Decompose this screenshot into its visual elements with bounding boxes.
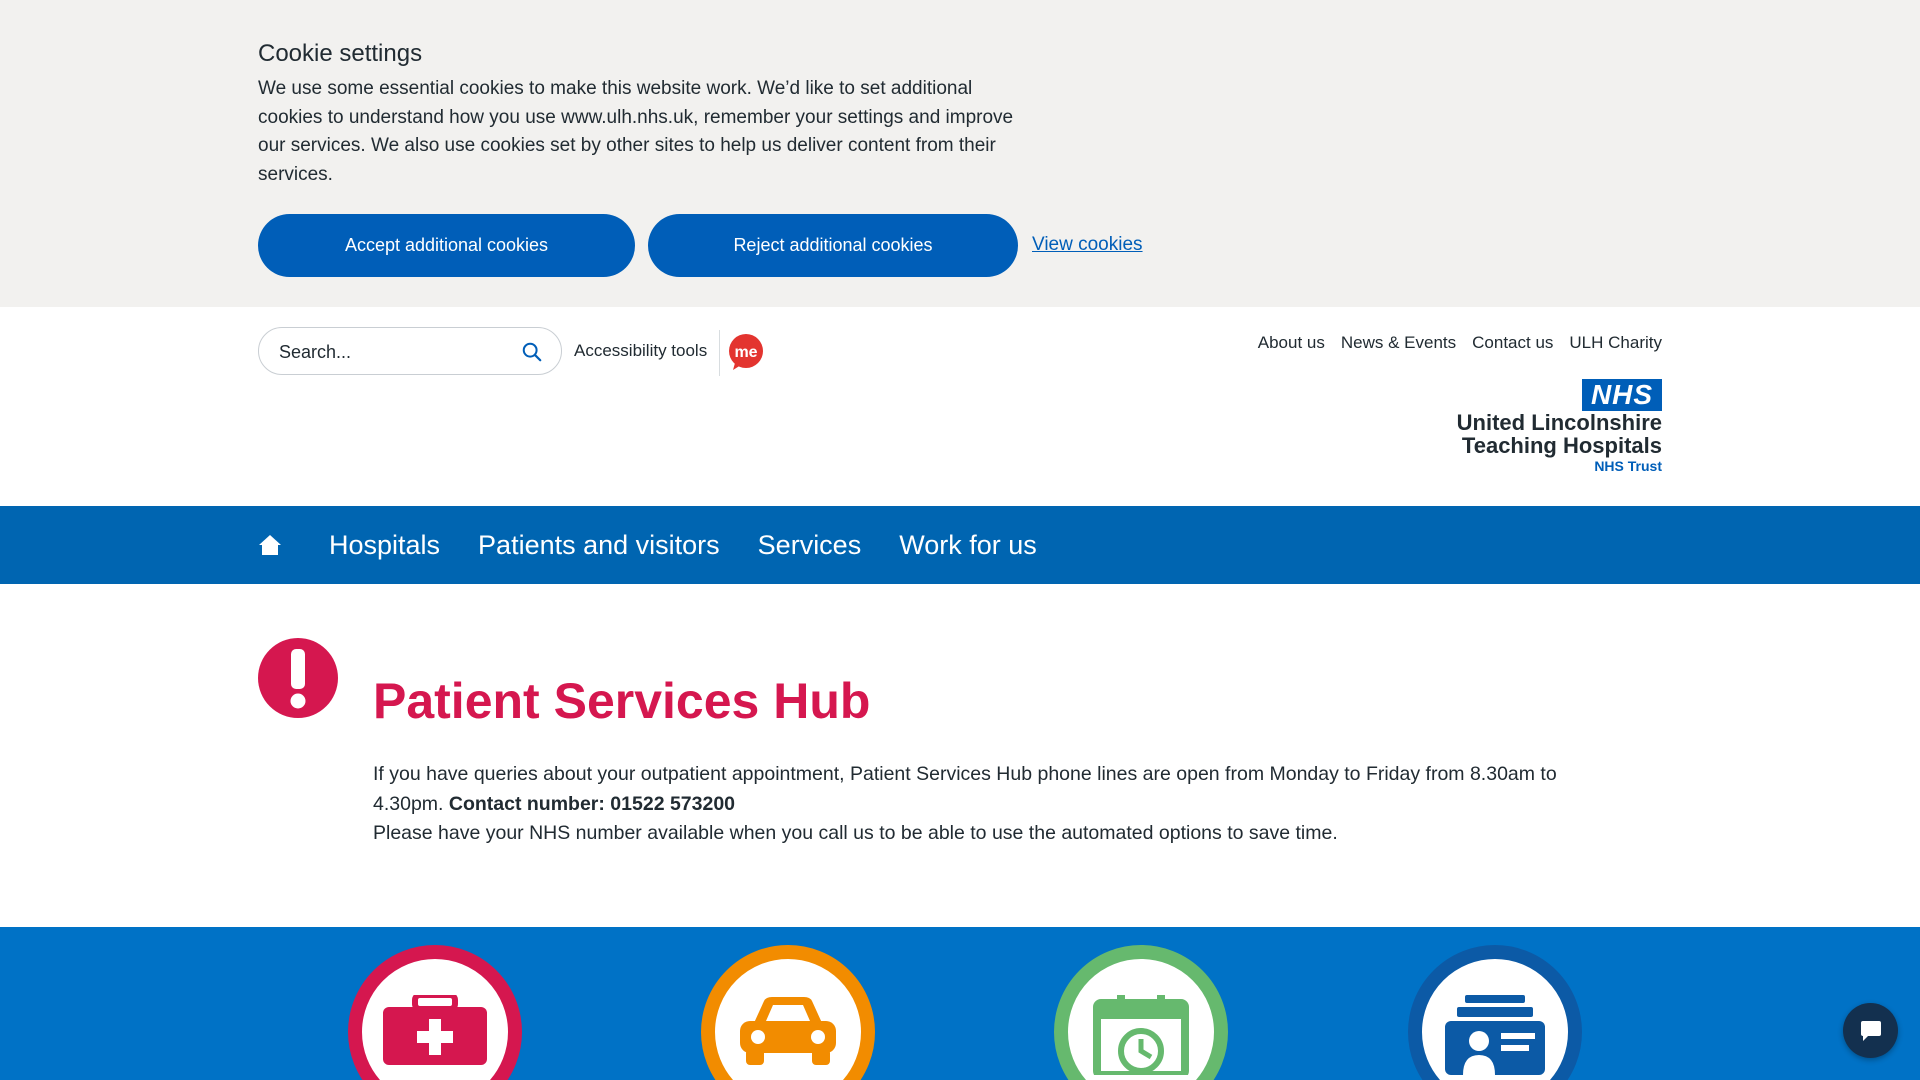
tile-first-aid[interactable] bbox=[348, 945, 522, 1080]
chat-button[interactable] bbox=[1843, 1003, 1898, 1058]
recite-me-icon[interactable]: me bbox=[727, 333, 765, 371]
logo-line-2: Teaching Hospitals bbox=[1461, 433, 1662, 458]
search-input[interactable] bbox=[277, 338, 511, 366]
nav-item-patients-visitors[interactable]: Patients and visitors bbox=[478, 530, 720, 561]
id-card-icon bbox=[1445, 995, 1545, 1075]
page-title: Patient Services Hub bbox=[373, 673, 871, 729]
main-navigation: Hospitals Patients and visitors Services… bbox=[0, 506, 1920, 584]
contact-number: Contact number: 01522 573200 bbox=[448, 792, 736, 815]
calendar-clock-icon bbox=[1093, 995, 1189, 1075]
cookie-banner-text: We use some essential cookies to make th… bbox=[258, 78, 1014, 185]
accept-cookies-button[interactable]: Accept additional cookies bbox=[258, 214, 635, 277]
header-divider bbox=[719, 330, 720, 376]
tile-contact-details[interactable] bbox=[1408, 945, 1582, 1080]
tile-parking[interactable] bbox=[701, 945, 875, 1080]
top-links: About us News & Events Contact us ULH Ch… bbox=[1258, 333, 1662, 353]
cookie-banner-title: Cookie settings bbox=[258, 40, 423, 67]
alert-text: If you have queries about your outpatien… bbox=[373, 760, 1573, 849]
cookie-banner: Cookie settings We use some essential co… bbox=[0, 0, 1920, 307]
first-aid-kit-icon bbox=[383, 995, 487, 1065]
home-icon[interactable] bbox=[258, 534, 282, 556]
nav-item-work-for-us[interactable]: Work for us bbox=[899, 530, 1037, 561]
news-events-link[interactable]: News & Events bbox=[1341, 333, 1456, 353]
exclamation-icon bbox=[258, 638, 338, 718]
tile-appointments[interactable] bbox=[1054, 945, 1228, 1080]
logo-line-1: United Lincolnshire bbox=[1456, 410, 1662, 435]
nav-item-hospitals[interactable]: Hospitals bbox=[329, 530, 440, 561]
nav-item-services[interactable]: Services bbox=[758, 530, 862, 561]
reject-cookies-button[interactable]: Reject additional cookies bbox=[648, 214, 1018, 277]
search-box bbox=[258, 327, 562, 375]
view-cookies-link[interactable]: View cookies bbox=[1032, 234, 1143, 256]
ulh-charity-link[interactable]: ULH Charity bbox=[1569, 333, 1662, 353]
car-icon bbox=[740, 997, 836, 1065]
alert-nhs-number-text: Please have your NHS number available wh… bbox=[373, 822, 1338, 844]
nhs-trust-logo[interactable]: NHS United Lincolnshire Teaching Hospita… bbox=[1457, 379, 1662, 474]
accessibility-tools-link[interactable]: Accessibility tools bbox=[574, 341, 707, 361]
chat-bubble-icon bbox=[1861, 1021, 1881, 1041]
nhs-logo-box: NHS bbox=[1582, 379, 1662, 411]
logo-trust: NHS Trust bbox=[1594, 458, 1662, 474]
svg-text:me: me bbox=[734, 344, 757, 361]
quick-links-band bbox=[0, 927, 1920, 1080]
contact-us-link[interactable]: Contact us bbox=[1472, 333, 1553, 353]
search-icon[interactable] bbox=[521, 341, 543, 363]
about-us-link[interactable]: About us bbox=[1258, 333, 1325, 353]
